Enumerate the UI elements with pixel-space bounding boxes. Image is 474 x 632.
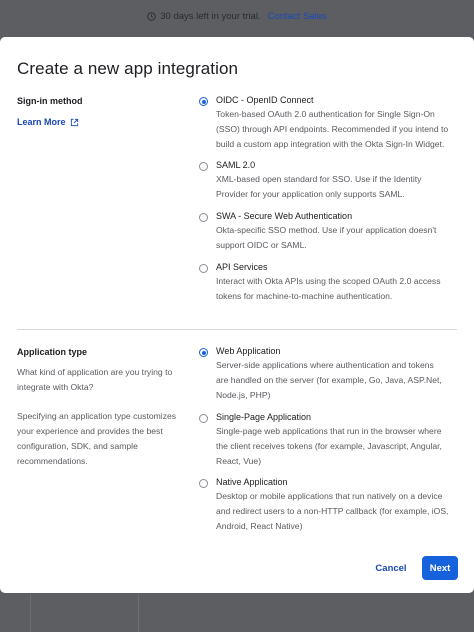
external-link-icon <box>70 118 79 127</box>
learn-more-text: Learn More <box>17 117 66 127</box>
radio-single-page-application[interactable] <box>199 414 208 423</box>
option-label: Single-Page Application <box>216 412 312 422</box>
option-label: SWA - Secure Web Authentication <box>216 211 353 221</box>
trial-banner: 30 days left in your trial. Contact Sale… <box>0 0 474 32</box>
option-description: Server-side applications where authentic… <box>216 360 442 400</box>
option-label: OIDC - OpenID Connect <box>216 95 314 105</box>
radio-oidc[interactable] <box>199 97 208 106</box>
option-description: Interact with Okta APIs using the scoped… <box>216 276 441 301</box>
option-description: Okta-specific SSO method. Use if your ap… <box>216 225 437 250</box>
radio-saml[interactable] <box>199 162 208 171</box>
section-divider <box>17 329 457 330</box>
radio-swa[interactable] <box>199 213 208 222</box>
application-type-label: Application type <box>17 347 88 357</box>
learn-more-link[interactable]: Learn More <box>17 117 79 127</box>
radio-web-application[interactable] <box>199 348 208 357</box>
modal-title: Create a new app integration <box>17 59 239 78</box>
option-label: Web Application <box>216 346 281 356</box>
application-type-helper-detail: Specifying an application type customize… <box>17 411 177 466</box>
radio-api-services[interactable] <box>199 264 208 273</box>
cancel-button[interactable]: Cancel <box>368 557 414 579</box>
option-description: XML-based open standard for SSO. Use if … <box>216 174 422 199</box>
next-button[interactable]: Next <box>422 556 458 580</box>
option-description: Desktop or mobile applications that run … <box>216 491 449 531</box>
sign-in-method-label: Sign-in method <box>17 96 83 106</box>
create-app-integration-modal: Create a new app integration Sign-in met… <box>0 37 474 593</box>
option-label: SAML 2.0 <box>216 160 256 170</box>
background-divider <box>138 594 139 632</box>
radio-native-application[interactable] <box>199 479 208 488</box>
application-type-helper: What kind of application are you trying … <box>17 367 173 392</box>
option-description: Single-page web applications that run in… <box>216 426 442 466</box>
trial-message: 30 days left in your trial. <box>160 10 261 22</box>
option-description: Token-based OAuth 2.0 authentication for… <box>216 109 449 149</box>
option-label: Native Application <box>216 477 288 487</box>
background-divider <box>30 594 31 632</box>
clock-icon <box>147 11 156 21</box>
option-label: API Services <box>216 262 268 272</box>
contact-sales-link[interactable]: Contact Sales <box>268 11 327 22</box>
